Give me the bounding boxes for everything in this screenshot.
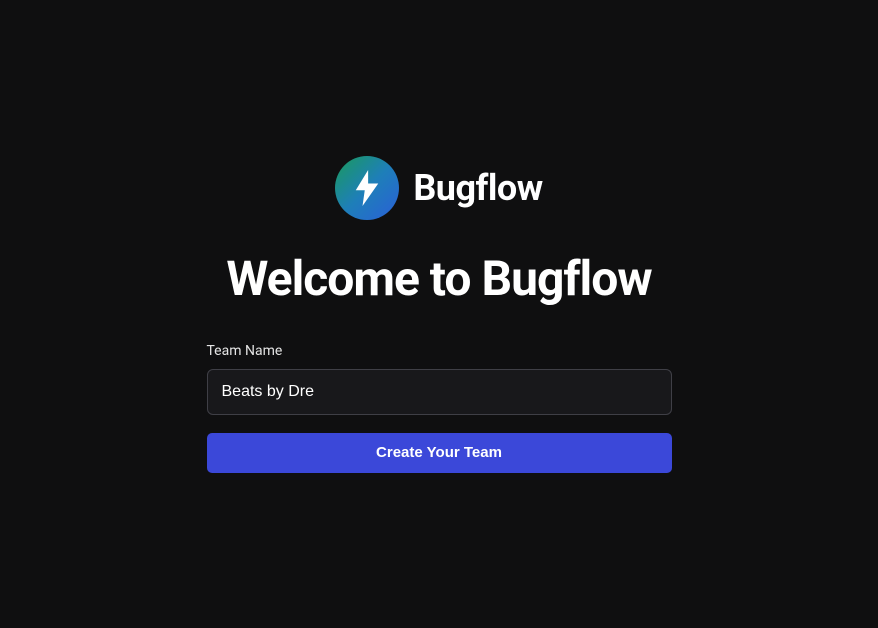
- create-team-form: Team Name Create Your Team: [207, 343, 672, 473]
- page-title: Welcome to Bugflow: [226, 250, 651, 307]
- team-name-input[interactable]: [207, 369, 672, 415]
- brand-logo-mark: [335, 156, 399, 220]
- team-name-label: Team Name: [207, 343, 672, 359]
- brand-name: Bugflow: [413, 167, 542, 209]
- onboarding-container: Bugflow Welcome to Bugflow Team Name Cre…: [207, 156, 672, 473]
- brand-logo-row: Bugflow: [335, 156, 542, 220]
- lightning-bolt-icon: [353, 170, 381, 206]
- create-team-button[interactable]: Create Your Team: [207, 433, 672, 473]
